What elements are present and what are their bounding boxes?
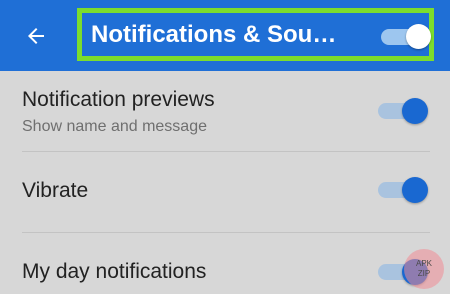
watermark-text: ZIP: [417, 269, 431, 278]
app-bar: Notifications & Sou…: [0, 0, 450, 71]
setting-row-notification-previews[interactable]: Notification previews Show name and mess…: [0, 71, 450, 151]
page-title: Notifications & Sou…: [91, 21, 337, 48]
setting-sublabel: Show name and message: [22, 118, 207, 135]
toggle-thumb: [402, 98, 428, 124]
toggle-thumb: [402, 177, 428, 203]
master-notifications-toggle[interactable]: [379, 22, 433, 52]
setting-row-vibrate[interactable]: Vibrate: [0, 152, 450, 232]
settings-screen: Notifications & Sou… Notification previe…: [0, 0, 450, 294]
setting-label: Vibrate: [22, 179, 89, 202]
watermark-text: APK: [415, 259, 432, 268]
toggle-thumb: [406, 24, 431, 49]
setting-label: My day notifications: [22, 260, 207, 283]
setting-label: Notification previews: [22, 88, 215, 111]
back-button[interactable]: [18, 18, 54, 54]
setting-row-my-day-notifications[interactable]: My day notifications: [0, 233, 450, 294]
arrow-left-icon: [28, 28, 44, 44]
notification-previews-toggle[interactable]: [376, 96, 430, 126]
vibrate-toggle[interactable]: [376, 175, 430, 205]
watermark-logo: APK ZIP: [404, 249, 444, 289]
